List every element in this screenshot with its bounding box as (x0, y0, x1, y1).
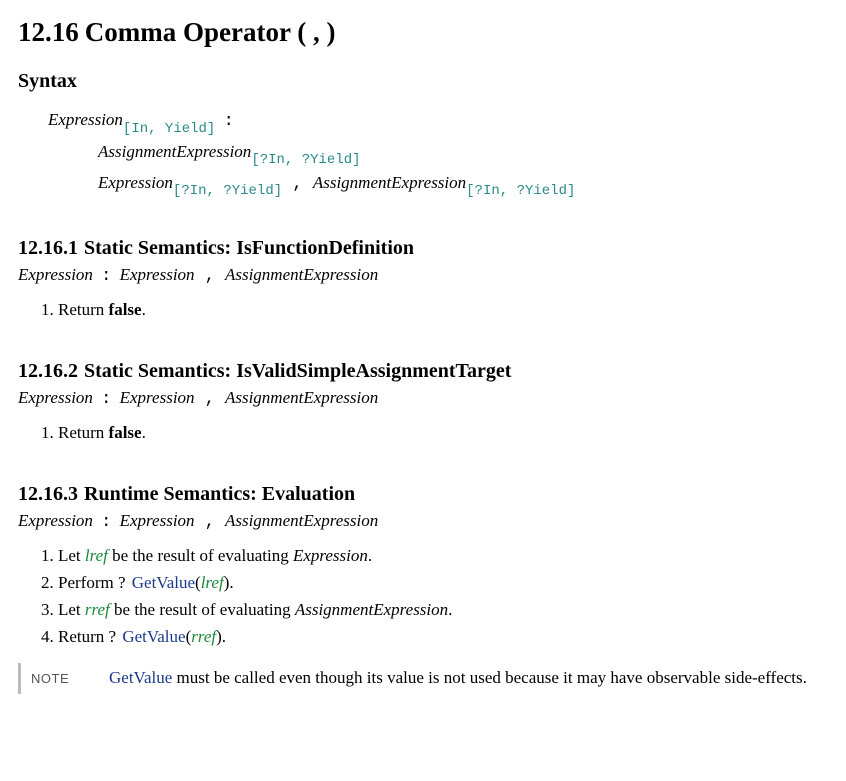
section-heading: 12.16Comma Operator ( , ) (18, 14, 828, 50)
getvalue-link[interactable]: GetValue (122, 627, 185, 646)
nonterminal: Expression (18, 511, 93, 530)
subsection-title-text: Static Semantics: IsValidSimpleAssignmen… (84, 360, 511, 382)
grammar-params: [?In, ?Yield] (251, 152, 360, 168)
value-false: false (109, 423, 142, 442)
algorithm-steps: Return false. (40, 422, 828, 445)
subsection-number: 12.16.1 (18, 237, 78, 259)
getvalue-link[interactable]: GetValue (132, 573, 195, 592)
production-header: Expression : Expression , AssignmentExpr… (18, 510, 828, 535)
production-header: Expression : Expression , AssignmentExpr… (18, 264, 828, 289)
nonterminal: Expression (120, 265, 195, 284)
subsection-heading: 12.16.3 Runtime Semantics: Evaluation (18, 481, 828, 508)
nonterminal: AssignmentExpression (313, 173, 466, 192)
nonterminal: Expression (18, 265, 93, 284)
subsection-title-text: Runtime Semantics: Evaluation (84, 483, 355, 505)
subsection-heading: 12.16.2 Static Semantics: IsValidSimpleAs… (18, 358, 828, 385)
production-header: Expression : Expression , AssignmentExpr… (18, 387, 828, 412)
nonterminal: Expression (120, 511, 195, 530)
nonterminal: AssignmentExpression (225, 511, 378, 530)
algorithm-step: Return false. (58, 299, 828, 322)
value-false: false (109, 300, 142, 319)
algorithm-step: Return ? GetValue(rref). (58, 626, 828, 649)
grammar-block: Expression[In, Yield] : AssignmentExpres… (48, 109, 828, 199)
algorithm-step: Perform ? GetValue(lref). (58, 572, 828, 595)
algorithm-steps: Return false. (40, 299, 828, 322)
nonterminal: AssignmentExpression (98, 142, 251, 161)
grammar-colon: : (224, 112, 234, 131)
algorithm-step: Return false. (58, 422, 828, 445)
variable-lref: lref (201, 573, 224, 592)
note-body: GetValue must be called even though its … (109, 667, 828, 690)
grammar-rhs: AssignmentExpression[?In, ?Yield] (98, 141, 828, 168)
algorithm-step: Let lref be the result of evaluating Exp… (58, 545, 828, 568)
getvalue-link[interactable]: GetValue (109, 668, 172, 687)
variable-lref: lref (85, 546, 108, 565)
subsection-heading: 12.16.1 Static Semantics: IsFunctionDefin… (18, 235, 828, 262)
nonterminal: AssignmentExpression (225, 265, 378, 284)
variable-rref: rref (191, 627, 216, 646)
terminal-comma: , (205, 390, 215, 409)
nonterminal: Expression (120, 388, 195, 407)
subsection-title-text: Static Semantics: IsFunctionDefinition (84, 237, 414, 259)
algorithm-step: Let rref be the result of evaluating Ass… (58, 599, 828, 622)
algorithm-steps: Let lref be the result of evaluating Exp… (40, 545, 828, 649)
syntax-heading: Syntax (18, 68, 828, 95)
grammar-lhs: Expression[In, Yield] : (48, 109, 828, 136)
nonterminal: AssignmentExpression (295, 600, 448, 619)
grammar-params: [In, Yield] (123, 121, 215, 137)
subsection-number: 12.16.3 (18, 483, 78, 505)
variable-rref: rref (85, 600, 110, 619)
nonterminal: Expression (18, 388, 93, 407)
terminal-comma: , (205, 267, 215, 286)
grammar-params: [?In, ?Yield] (173, 183, 282, 199)
grammar-colon: : (101, 267, 111, 286)
grammar-colon: : (101, 513, 111, 532)
grammar-rhs: Expression[?In, ?Yield] , AssignmentExpr… (98, 172, 828, 199)
grammar-colon: : (101, 390, 111, 409)
subsection-number: 12.16.2 (18, 360, 78, 382)
nonterminal: AssignmentExpression (225, 388, 378, 407)
grammar-params: [?In, ?Yield] (466, 183, 575, 199)
section-title-text: Comma Operator ( , ) (85, 17, 336, 47)
nonterminal: Expression (98, 173, 173, 192)
note-block: NOTE GetValue must be called even though… (18, 663, 828, 694)
nonterminal: Expression (48, 110, 123, 129)
terminal-comma: , (292, 175, 302, 194)
section-number: 12.16 (18, 17, 79, 47)
nonterminal: Expression (293, 546, 368, 565)
note-label: NOTE (31, 667, 109, 688)
terminal-comma: , (205, 513, 215, 532)
